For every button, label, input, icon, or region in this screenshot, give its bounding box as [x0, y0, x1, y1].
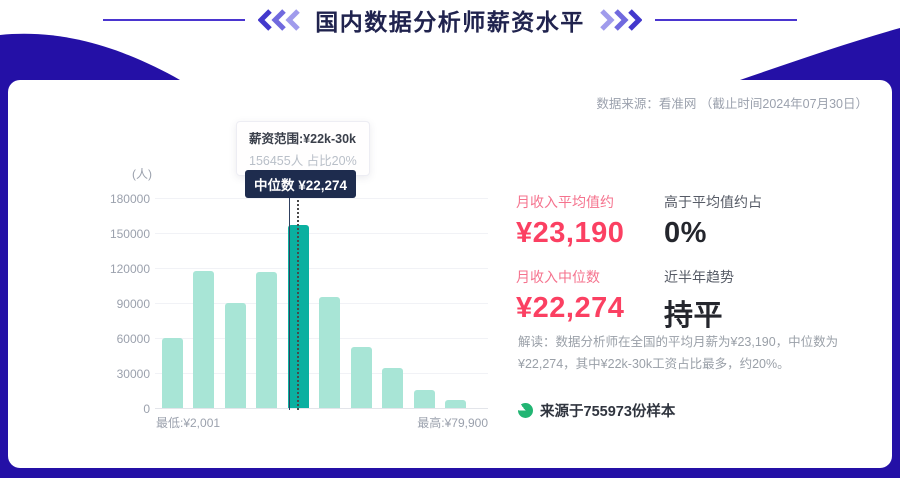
median-line	[289, 193, 290, 410]
data-source-note: 数据来源：看准网 （截止时间2024年07月30日）	[596, 93, 868, 112]
stat-value: 持平	[664, 292, 762, 334]
x-max-label: 最高:¥79,900	[380, 414, 488, 431]
y-tick-label: 30000	[8, 367, 150, 381]
decorative-swoosh	[0, 26, 900, 80]
title-line-right	[655, 19, 797, 21]
sample-source-label: 来源于755973份样本	[540, 400, 675, 421]
interpretation-text: 解读：数据分析师在全国的平均月薪为¥23,190，中位数为¥22,274，其中¥…	[518, 332, 866, 376]
title-line-left	[103, 19, 245, 21]
stat-above-average-share: 高于平均值约占 0%	[664, 192, 762, 250]
gridline	[155, 268, 488, 269]
page: 国内数据分析师薪资水平 数据来源：看准网 （截止时间2024年07月30日） 薪…	[0, 0, 900, 478]
stat-median-income: 月收入中位数 ¥22,274	[516, 267, 664, 334]
bar[interactable]	[382, 368, 403, 408]
bar[interactable]	[445, 400, 466, 408]
stat-label: 近半年趋势	[664, 267, 762, 287]
chart-tooltip: 薪资范围:¥22k-30k 156455人 占比20%	[236, 121, 370, 176]
bar[interactable]	[351, 347, 372, 408]
y-tick-label: 60000	[8, 332, 150, 346]
stat-label: 月收入中位数	[516, 267, 664, 287]
gridline	[155, 408, 488, 409]
gridline	[155, 233, 488, 234]
x-min-label: 最低:¥2,001	[156, 414, 220, 431]
stats-panel: 月收入平均值约 ¥23,190 高于平均值约占 0% 月收入中位数 ¥22,27…	[516, 192, 762, 334]
stat-label: 高于平均值约占	[664, 192, 762, 212]
bar[interactable]	[319, 297, 340, 408]
tooltip-count-share: 156455人 占比20%	[249, 150, 357, 169]
bar[interactable]	[162, 338, 183, 408]
bar[interactable]	[193, 271, 214, 408]
pie-chart-icon	[518, 403, 533, 418]
stat-half-year-trend: 近半年趋势 持平	[664, 267, 762, 334]
stat-label: 月收入平均值约	[516, 192, 664, 212]
median-badge: 中位数 ¥22,274	[245, 170, 356, 198]
bar-plot	[155, 195, 488, 409]
content-card: 数据来源：看准网 （截止时间2024年07月30日） 薪资范围:¥22k-30k…	[8, 80, 892, 468]
y-axis-ticks: 0300006000090000120000150000180000	[8, 195, 150, 409]
y-axis-unit: (人)	[108, 165, 152, 182]
stat-average-income: 月收入平均值约 ¥23,190	[516, 192, 664, 250]
bar[interactable]	[256, 272, 277, 408]
bar[interactable]	[225, 303, 246, 408]
stat-value: 0%	[664, 217, 762, 250]
gridline	[155, 198, 488, 199]
tooltip-pointer-line	[297, 164, 299, 410]
y-tick-label: 150000	[8, 227, 150, 241]
bar[interactable]	[414, 390, 435, 408]
tooltip-salary-range: 薪资范围:¥22k-30k	[249, 128, 357, 147]
stat-value: ¥23,190	[516, 217, 664, 250]
y-tick-label: 0	[8, 402, 150, 416]
y-tick-label: 120000	[8, 262, 150, 276]
y-tick-label: 90000	[8, 297, 150, 311]
stat-value: ¥22,274	[516, 292, 664, 325]
y-tick-label: 180000	[8, 192, 150, 206]
sample-source: 来源于755973份样本	[518, 400, 675, 421]
